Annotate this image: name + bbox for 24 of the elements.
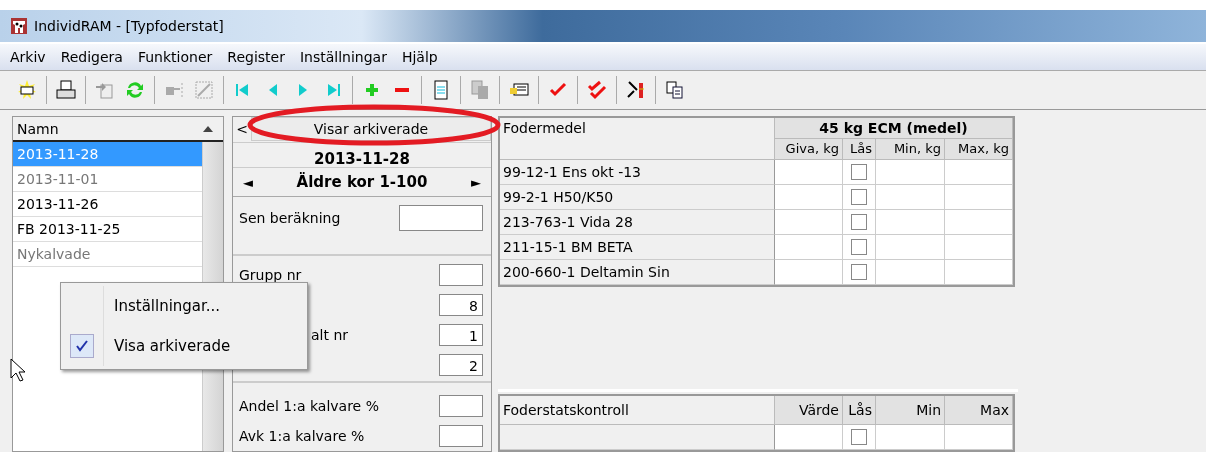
column-header: Fodermedel xyxy=(500,118,775,160)
field-label: alt nr xyxy=(311,327,349,344)
field-label: Avk 1:a kalvare % xyxy=(239,428,365,444)
column-group-header: 45 kg ECM (medel) xyxy=(775,118,1013,139)
table-cell: 213-763-1 Vida 28 xyxy=(500,210,775,235)
column-header: Min xyxy=(876,396,945,425)
column-header: Värde xyxy=(775,396,843,425)
column-header: Foderstatskontroll xyxy=(500,396,775,425)
feed-plan-date: 2013-11-28 xyxy=(233,142,491,169)
column-header: Lås xyxy=(843,396,876,425)
group-name: Äldre kor 1-100 xyxy=(296,173,428,192)
field-label: Grupp nr xyxy=(239,267,302,284)
column-header: Max, kg xyxy=(945,139,1013,160)
table-cell: 200-660-1 Deltamin Sin xyxy=(500,260,775,285)
column-header: Min, kg xyxy=(876,139,945,160)
window-title: IndividRAM - [Typfoderstat] xyxy=(34,18,224,34)
field-label: Sen beräkning xyxy=(239,210,341,227)
table-cell: 211-15-1 BM BETA xyxy=(500,235,775,260)
column-header: Max xyxy=(945,396,1013,425)
table-cell: 99-12-1 Ens okt -13 xyxy=(500,160,775,185)
field-label: Andel 1:a kalvare % xyxy=(239,398,379,414)
table-cell: 99-2-1 H50/K50 xyxy=(500,185,775,210)
column-header: Giva, kg xyxy=(775,139,843,160)
column-header: Lås xyxy=(843,139,876,160)
